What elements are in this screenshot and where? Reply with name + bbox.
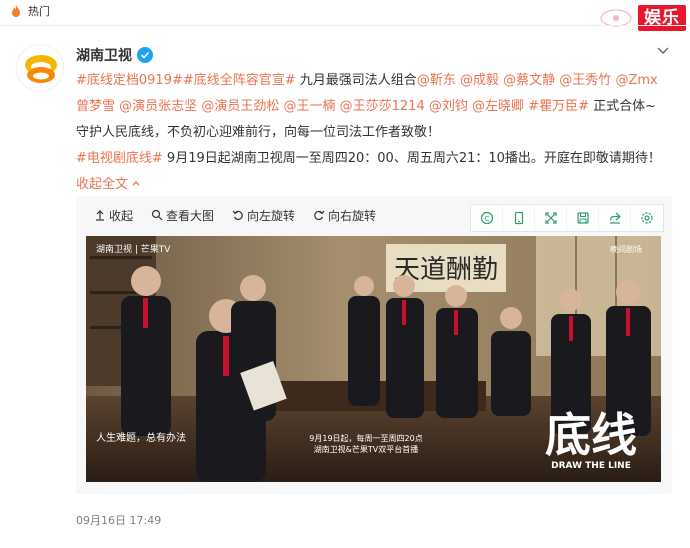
collapse-icon bbox=[96, 210, 104, 221]
rotate-right-label: 向右旋转 bbox=[328, 208, 377, 223]
post-text: #底线定档0919##底线全阵容官宣# 九月最强司法人组合@靳东 @成毅 @蔡文… bbox=[76, 68, 666, 198]
hashtag-link[interactable]: #电视剧底线# bbox=[76, 151, 163, 166]
mention-link[interactable]: @蔡文静 bbox=[503, 73, 555, 88]
fire-icon bbox=[12, 5, 20, 17]
view-large-button[interactable]: 查看大图 bbox=[151, 207, 214, 224]
rotate-left-button[interactable]: 向左旋转 bbox=[232, 207, 295, 224]
fullscreen-icon[interactable] bbox=[535, 205, 567, 231]
collapse-label: 收起 bbox=[109, 208, 134, 223]
entertainment-channel-logo: 娱乐 bbox=[600, 3, 686, 33]
mention-link[interactable]: @王莎莎1214 bbox=[340, 99, 425, 114]
view-large-label: 查看大图 bbox=[166, 208, 215, 223]
media-toolbar: 收起 查看大图 向左旋转 向右旋转 C bbox=[76, 196, 672, 234]
title-cn: 底线 bbox=[545, 408, 637, 462]
rotate-left-icon bbox=[232, 210, 243, 221]
slogan-text: 人生难题，总有办法 bbox=[96, 431, 186, 444]
chevron-up-icon[interactable] bbox=[131, 178, 141, 188]
hot-label: 热门 bbox=[28, 5, 50, 18]
air-info-line1: 9月19日起，每周一至周四20点 bbox=[309, 433, 422, 443]
collapse-button[interactable]: 收起 bbox=[94, 207, 133, 224]
phone-icon[interactable] bbox=[503, 205, 535, 231]
save-icon[interactable] bbox=[567, 205, 599, 231]
weibo-icon[interactable]: C bbox=[471, 205, 503, 231]
share-icon[interactable] bbox=[599, 205, 631, 231]
post-text-segment: 九月最强司法人组合 bbox=[295, 73, 417, 88]
mention-link[interactable]: @刘钧 bbox=[429, 99, 468, 114]
top-divider bbox=[0, 25, 690, 26]
mention-link[interactable]: @王秀竹 bbox=[559, 73, 611, 88]
svg-text:C: C bbox=[484, 215, 489, 223]
post-text-segment: 9月19日起湖南卫视周一至周四20：00、周五周六21：10播出。开庭在即敬请期… bbox=[162, 151, 661, 166]
hashtag-link[interactable]: #底线全阵容官宣# bbox=[183, 73, 296, 88]
settings-icon[interactable] bbox=[631, 205, 663, 231]
drama-poster-image[interactable]: 天道酬勤 湖南卫视 | 芒果TV 晚间剧场 人生难题，总有办法 9月19日起，每… bbox=[86, 236, 661, 482]
rotate-right-icon bbox=[314, 210, 325, 221]
magnifier-icon bbox=[151, 209, 163, 221]
timestamp[interactable]: 09月16日 17:49 bbox=[76, 512, 161, 528]
mango-logo-icon bbox=[25, 55, 57, 83]
chevron-down-icon[interactable] bbox=[656, 44, 670, 58]
entertainment-tag: 娱乐 bbox=[638, 5, 686, 31]
avatar[interactable] bbox=[16, 44, 64, 92]
author-row: 湖南卫视 bbox=[76, 45, 153, 65]
media-frame: 收起 查看大图 向左旋转 向右旋转 C 天道酬勤 湖南卫视 | 芒果TV 晚间剧… bbox=[76, 196, 672, 494]
mention-link[interactable]: @靳东 bbox=[417, 73, 456, 88]
air-info-line2: 湖南卫视&芒果TV双平台首播 bbox=[314, 444, 419, 454]
author-name[interactable]: 湖南卫视 bbox=[76, 45, 132, 65]
mention-link[interactable]: @王一楠 bbox=[283, 99, 335, 114]
rotate-left-label: 向左旋转 bbox=[247, 208, 296, 223]
channel-logo: 湖南卫视 | 芒果TV bbox=[96, 243, 171, 255]
mention-link[interactable]: @演员王劲松 bbox=[201, 99, 279, 114]
title-en: DRAW THE LINE bbox=[551, 461, 631, 471]
mention-link[interactable]: @左晓卿 bbox=[472, 99, 524, 114]
hashtag-link[interactable]: #瞿万臣# bbox=[528, 99, 589, 114]
badge-text: 晚间剧场 bbox=[610, 244, 642, 254]
rotate-right-button[interactable]: 向右旋转 bbox=[313, 207, 376, 224]
media-action-icons: C bbox=[470, 204, 664, 232]
mention-link[interactable]: @演员张志坚 bbox=[119, 99, 197, 114]
mention-link[interactable]: @成毅 bbox=[460, 73, 499, 88]
verified-icon bbox=[137, 47, 153, 63]
collapse-text-link[interactable]: 收起全文 bbox=[76, 177, 128, 192]
hot-bar: 热门 bbox=[0, 0, 690, 22]
hashtag-link[interactable]: #底线定档0919# bbox=[76, 73, 183, 88]
